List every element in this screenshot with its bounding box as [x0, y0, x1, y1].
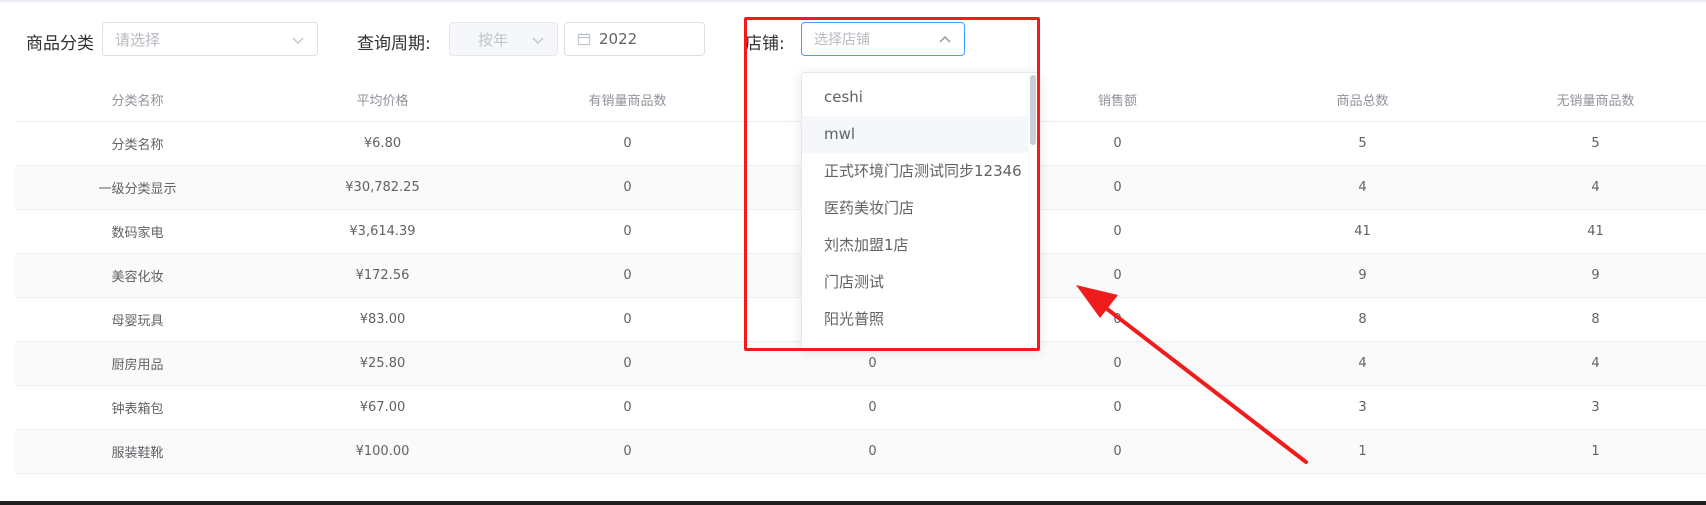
bottom-bar	[0, 501, 1706, 505]
annotation-arrow-icon	[1076, 285, 1308, 464]
